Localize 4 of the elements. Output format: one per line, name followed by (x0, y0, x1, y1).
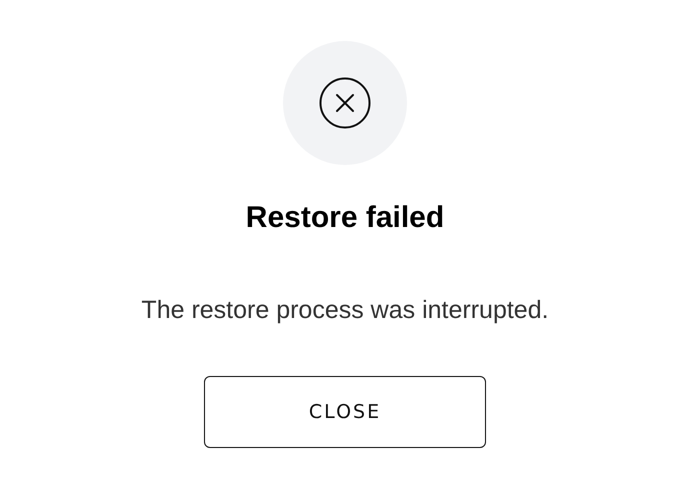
close-button[interactable]: CLOSE (204, 376, 486, 448)
dialog-title: Restore failed (246, 200, 444, 236)
error-message: The restore process was interrupted. (141, 295, 549, 325)
error-icon (319, 77, 371, 129)
